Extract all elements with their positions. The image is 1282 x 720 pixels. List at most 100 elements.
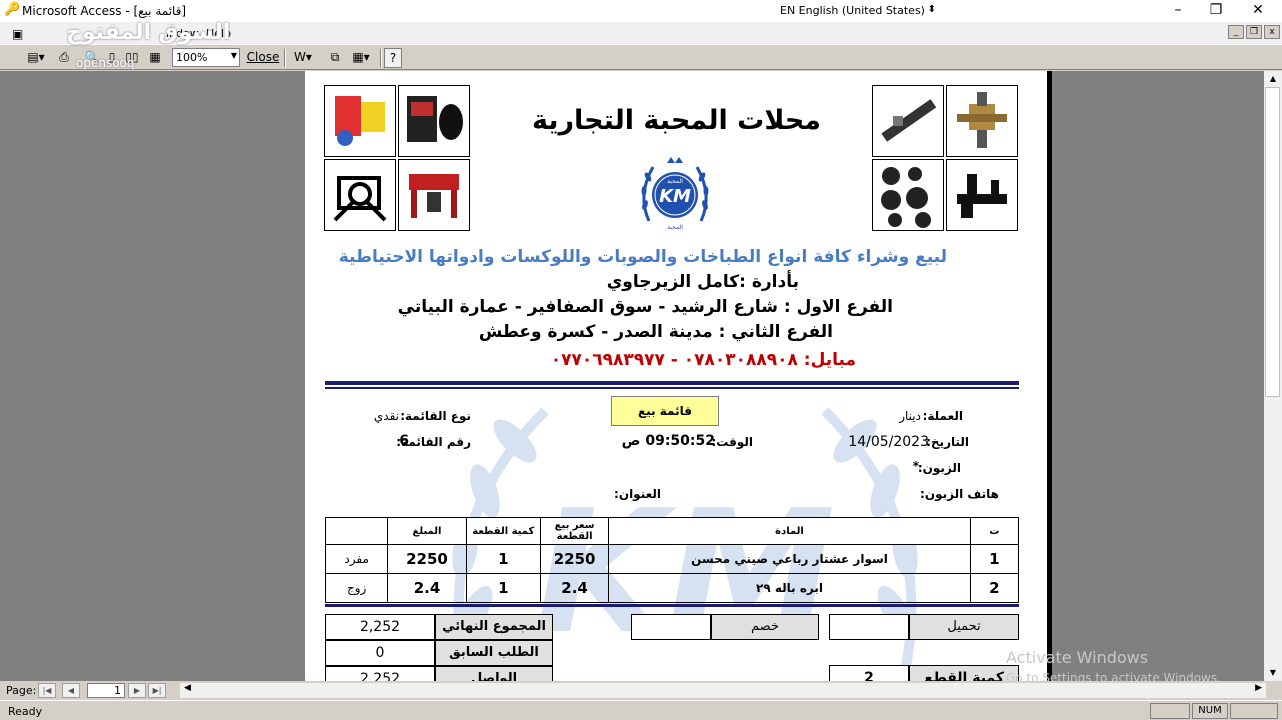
office-links-icon[interactable]: W▾ xyxy=(288,48,318,68)
invoice-title-badge: قائمة بيع xyxy=(611,396,719,426)
time-label: الوقت: xyxy=(711,435,753,449)
row-no: 1 xyxy=(969,544,1020,574)
vertical-scrollbar[interactable]: ▲ ▼ xyxy=(1264,71,1282,681)
activate-windows-title: Activate Windows xyxy=(1006,648,1149,667)
language-selector[interactable]: EN English (United States) ⬍ xyxy=(752,1,942,21)
previous-page-icon[interactable]: ◀ xyxy=(62,683,80,698)
toolbar-separator xyxy=(284,49,286,67)
column-header-no: ت xyxy=(969,517,1020,545)
num-lock-indicator: NUM xyxy=(1192,703,1228,719)
page-label: Page: xyxy=(6,684,37,697)
zoom-select[interactable]: 100% ▼ xyxy=(172,48,240,67)
previous-order-label: الطلب السابق xyxy=(435,640,553,666)
km-logo-caption-bottom: المحبة xyxy=(667,224,683,231)
currency-label: العملة: xyxy=(922,409,963,423)
row-no: 2 xyxy=(969,573,1020,603)
close-window-button[interactable]: ✕ xyxy=(1238,0,1278,22)
invoice-type-value: نقدي xyxy=(373,409,399,423)
help-icon[interactable]: ? xyxy=(384,48,402,68)
discount-label: خصم xyxy=(711,614,819,640)
header-rule-thin xyxy=(325,387,1019,389)
record-navigation-bar: Page: |◀ ◀ 1 ▶ ▶| ◀ ▶ xyxy=(0,681,1282,700)
row-item: اسوار عشتار رباعي صيني محسن xyxy=(608,544,971,574)
row-amount: 2250 xyxy=(387,544,467,574)
minimize-button[interactable]: – xyxy=(1158,0,1198,22)
column-header-amount: المبلغ xyxy=(387,517,467,545)
pieces-count-label: كمية القطع xyxy=(909,665,1019,681)
row-price: 2250 xyxy=(539,544,610,574)
view-icon[interactable]: ▤▾ xyxy=(22,48,50,68)
window-title: Microsoft Access - [قائمة بيع] xyxy=(22,4,187,18)
close-preview-button[interactable]: Close xyxy=(244,49,282,67)
print-icon[interactable]: ⎙ xyxy=(54,48,74,68)
scroll-down-icon[interactable]: ▼ xyxy=(1264,665,1282,681)
table-row: 1 اسوار عشتار رباعي صيني محسن 2250 1 225… xyxy=(324,544,1020,574)
column-header-unit-price: سعر بيع القطعة xyxy=(539,517,610,545)
date-label: التاريخ: xyxy=(926,435,969,449)
multiple-pages-icon[interactable]: ▦ xyxy=(146,48,164,68)
new-object-icon[interactable]: ▦▾ xyxy=(346,48,376,68)
mdi-close-button[interactable]: x xyxy=(1264,25,1280,39)
km-logo: KM المحبة المحبة xyxy=(641,157,709,231)
status-text: Ready xyxy=(8,705,43,718)
pieces-count-value: 2 xyxy=(829,665,909,681)
store-tagline: لبيع وشراء كافة انواع الطباخات والصوبات … xyxy=(338,247,947,267)
horizontal-scrollbar[interactable]: ◀ ▶ xyxy=(180,683,1266,698)
product-image-valve xyxy=(946,85,1018,157)
header-rule xyxy=(325,381,1019,385)
scroll-thumb[interactable] xyxy=(1265,87,1280,397)
customer-phone-label: هاتف الزبون: xyxy=(920,487,999,501)
row-quantity: 1 xyxy=(465,544,541,574)
restore-button[interactable]: ❐ xyxy=(1196,0,1236,22)
received-label: الواصل xyxy=(435,666,553,681)
chevron-down-icon: ▼ xyxy=(230,51,237,60)
product-image-regulator xyxy=(946,159,1018,231)
km-logo-caption-top: المحبة xyxy=(667,178,683,185)
toolbar-separator xyxy=(380,49,382,67)
mobile-numbers: مبايل: ٠٧٨٠٣٠٨٨٩٠٨ - ٠٧٧٠٦٩٨٣٩٧٧ xyxy=(550,350,856,370)
customer-label: الزبون: xyxy=(917,461,961,475)
scroll-left-icon[interactable]: ◀ xyxy=(184,683,191,693)
report-preview-area: KM محلات المحبة التجارية KM المحبة المحب… xyxy=(0,71,1264,681)
loading-label: تحميل xyxy=(909,614,1019,640)
last-page-icon[interactable]: ▶| xyxy=(148,683,166,698)
mdi-minimize-button[interactable]: _ xyxy=(1228,25,1244,39)
row-unit: زوج xyxy=(324,573,389,603)
row-price: 2.4 xyxy=(539,573,610,603)
customer-value: * xyxy=(912,459,919,473)
column-header-item: المادة xyxy=(608,517,971,545)
chevron-updown-icon: ⬍ xyxy=(927,4,936,15)
first-page-icon[interactable]: |◀ xyxy=(38,683,56,698)
store-manager: بأدارة :كامل الزيرجاوي xyxy=(606,272,799,292)
title-bar: 🔑 Microsoft Access - [قائمة بيع] EN Engl… xyxy=(0,0,1282,22)
language-label: EN English (United States) xyxy=(780,4,925,17)
product-image-red-burner xyxy=(398,159,470,231)
address-label: العنوان: xyxy=(614,487,661,501)
row-quantity: 1 xyxy=(465,573,541,603)
received-value: 2,252 xyxy=(325,666,435,681)
final-total-label: المجموع النهائي xyxy=(435,614,553,640)
product-image-burner-stand xyxy=(324,159,396,231)
table-row: 2 ابره باله ٢٩ 2.4 1 2.4 زوج xyxy=(324,573,1020,603)
row-amount: 2.4 xyxy=(387,573,467,603)
date-value: 14/05/2023 xyxy=(848,434,929,450)
loading-value xyxy=(829,614,909,640)
km-logo-text: KM xyxy=(659,186,691,207)
page-number-input[interactable]: 1 xyxy=(87,683,125,698)
database-window-icon[interactable]: ⧉ xyxy=(326,48,344,68)
report-page: KM محلات المحبة التجارية KM المحبة المحب… xyxy=(305,71,1049,681)
page-edge xyxy=(1047,71,1052,681)
branch-two-address: الفرع الثاني : مدينة الصدر - كسرة وعطش xyxy=(478,322,833,342)
final-total-value: 2,252 xyxy=(325,614,435,640)
invoice-type-label: نوع القائمة: xyxy=(400,409,471,423)
next-page-icon[interactable]: ▶ xyxy=(128,683,146,698)
invoice-number-value: 6 xyxy=(399,433,409,449)
store-name: محلات المحبة التجارية xyxy=(531,105,821,136)
doc-icon: ▣ xyxy=(12,27,24,41)
opensooq-watermark-logo: السوق المفتوح xyxy=(66,20,231,45)
zoom-value: 100% xyxy=(176,51,208,64)
scroll-right-icon[interactable]: ▶ xyxy=(1255,683,1262,693)
status-panel xyxy=(1150,703,1190,719)
scroll-up-icon[interactable]: ▲ xyxy=(1264,71,1282,87)
mdi-restore-button[interactable]: ❐ xyxy=(1246,25,1262,39)
